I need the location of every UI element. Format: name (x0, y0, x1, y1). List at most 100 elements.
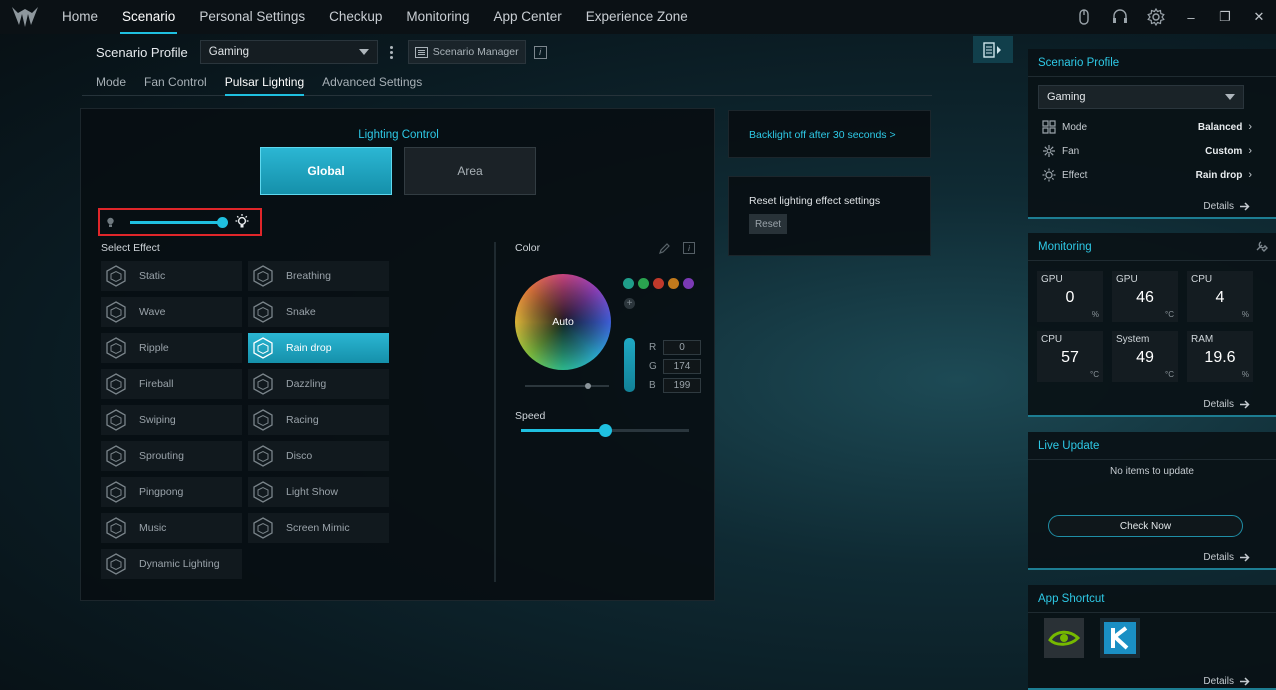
effect-music[interactable]: Music (101, 513, 242, 543)
rain-drop-icon (253, 337, 273, 359)
backlight-timeout-link[interactable]: Backlight off after 30 seconds > (749, 129, 896, 141)
tab-pulsar-lighting[interactable]: Pulsar Lighting (216, 70, 313, 96)
rgb-channel-input[interactable]: 174 (663, 359, 701, 374)
nav-item-app-center[interactable]: App Center (481, 0, 573, 34)
scenario-row-mode[interactable]: Mode Balanced › (1042, 117, 1252, 137)
mouse-icon[interactable] (1066, 0, 1102, 34)
add-swatch-button[interactable]: + (624, 298, 635, 309)
effect-snake[interactable]: Snake (248, 297, 389, 327)
rgb-channel-label: B (649, 380, 656, 391)
monitor-tile: CPU 4% (1187, 271, 1253, 322)
scenario-row-label: Mode (1062, 121, 1088, 133)
nav-item-home[interactable]: Home (50, 0, 110, 34)
global-mode-button[interactable]: Global (260, 147, 392, 195)
scenario-profile-select[interactable]: Gaming (199, 40, 378, 64)
reset-button[interactable]: Reset (749, 214, 787, 234)
saturation-slider[interactable] (525, 385, 609, 387)
effect-dazzling[interactable]: Dazzling (248, 369, 389, 399)
tab-advanced-settings[interactable]: Advanced Settings (313, 70, 431, 95)
top-bar: Home Scenario Personal Settings Checkup Moni… (0, 0, 1276, 34)
main-nav: Home Scenario Personal Settings Checkup Moni… (50, 0, 700, 34)
live-update-title: Live Update (1038, 440, 1100, 452)
live-update-card: Live Update No items to update Check Now… (1028, 432, 1276, 570)
effect-disco[interactable]: Disco (248, 441, 389, 471)
rgb-channel-input[interactable]: 0 (663, 340, 701, 355)
tab-fan-control[interactable]: Fan Control (135, 70, 216, 95)
headset-icon[interactable] (1102, 0, 1138, 34)
details-label: Details (1203, 676, 1234, 687)
info-icon[interactable]: i (533, 45, 547, 59)
close-button[interactable]: ✕ (1242, 0, 1276, 34)
monitor-tile-value: 46 (1136, 289, 1154, 306)
color-swatches (623, 278, 694, 289)
rgb-row: B 199 (649, 376, 701, 395)
scenario-details-link[interactable]: Details (1203, 201, 1250, 212)
nav-item-monitoring[interactable]: Monitoring (394, 0, 481, 34)
ripple-icon (106, 337, 126, 359)
lighting-control-title: Lighting Control (358, 129, 439, 141)
saturation-slider-thumb[interactable] (585, 383, 591, 389)
reset-card: Reset lighting effect settings Reset (728, 176, 931, 256)
effect-sprouting[interactable]: Sprouting (101, 441, 242, 471)
check-now-button[interactable]: Check Now (1048, 515, 1243, 537)
wrench-icon[interactable] (1255, 239, 1268, 252)
more-options-icon[interactable] (382, 40, 402, 64)
color-swatch[interactable] (683, 278, 694, 289)
brightness-slider-thumb[interactable] (217, 217, 229, 228)
area-mode-button[interactable]: Area (404, 147, 536, 195)
color-wheel[interactable]: Auto (515, 274, 611, 370)
speed-slider[interactable] (521, 424, 689, 437)
effect-ripple[interactable]: Ripple (101, 333, 242, 363)
effect-pingpong[interactable]: Pingpong (101, 477, 242, 507)
monitor-tile-label: System (1116, 334, 1150, 345)
gear-icon[interactable] (1138, 0, 1174, 34)
effect-breathing[interactable]: Breathing (248, 261, 389, 291)
effect-static[interactable]: Static (101, 261, 242, 291)
monitor-tile: RAM 19.6% (1187, 331, 1253, 382)
nav-item-scenario[interactable]: Scenario (110, 0, 187, 34)
color-swatch[interactable] (653, 278, 664, 289)
nav-item-experience-zone[interactable]: Experience Zone (574, 0, 700, 34)
monitor-tile: System 49 °C (1112, 331, 1178, 382)
effect-rain-drop[interactable]: Rain drop (248, 333, 389, 363)
color-swatch[interactable] (668, 278, 679, 289)
monitoring-details-link[interactable]: Details (1203, 399, 1250, 410)
effect-light-show[interactable]: Light Show (248, 477, 389, 507)
scenario-row-fan[interactable]: Fan Custom › (1042, 141, 1252, 161)
color-label: Color (515, 242, 541, 254)
scenario-row-effect[interactable]: Effect Rain drop › (1042, 165, 1252, 185)
effect-swiping[interactable]: Swiping (101, 405, 242, 435)
collapse-panel-button[interactable] (973, 36, 1013, 63)
k-app-icon[interactable] (1100, 618, 1140, 658)
swiping-icon (106, 409, 126, 431)
color-swatch[interactable] (623, 278, 634, 289)
speed-slider-thumb[interactable] (599, 424, 612, 437)
effect-label: Swiping (139, 414, 176, 426)
effect-fireball[interactable]: Fireball (101, 369, 242, 399)
effect-racing[interactable]: Racing (248, 405, 389, 435)
scenario-card-value: Gaming (1047, 91, 1086, 103)
minimize-button[interactable]: – (1174, 0, 1208, 34)
rgb-channel-input[interactable]: 199 (663, 378, 701, 393)
brightness-color-bar[interactable] (624, 338, 635, 392)
app-shortcut-details-link[interactable]: Details (1203, 676, 1250, 687)
tab-mode[interactable]: Mode (82, 70, 135, 95)
scenario-manager-button[interactable]: Scenario Manager (407, 40, 526, 64)
scenario-row-value: Rain drop (1195, 169, 1243, 181)
live-update-details-link[interactable]: Details (1203, 552, 1250, 563)
nav-item-personal-settings[interactable]: Personal Settings (187, 0, 317, 34)
scenario-card-select[interactable]: Gaming (1038, 85, 1244, 109)
color-info-icon[interactable]: i (683, 242, 695, 254)
effect-label: Pingpong (139, 486, 184, 498)
nvidia-app-icon[interactable] (1044, 618, 1084, 658)
color-swatch[interactable] (638, 278, 649, 289)
restore-button[interactable]: ❐ (1208, 0, 1242, 34)
monitor-tile-unit: °C (1090, 370, 1099, 379)
brightness-slider[interactable] (130, 217, 229, 228)
effect-screen-mimic[interactable]: Screen Mimic (248, 513, 389, 543)
effect-wave[interactable]: Wave (101, 297, 242, 327)
effect-label: Fireball (139, 378, 174, 390)
effect-dynamic-lighting[interactable]: Dynamic Lighting (101, 549, 242, 579)
nav-item-checkup[interactable]: Checkup (317, 0, 394, 34)
eyedropper-icon[interactable] (659, 242, 671, 254)
